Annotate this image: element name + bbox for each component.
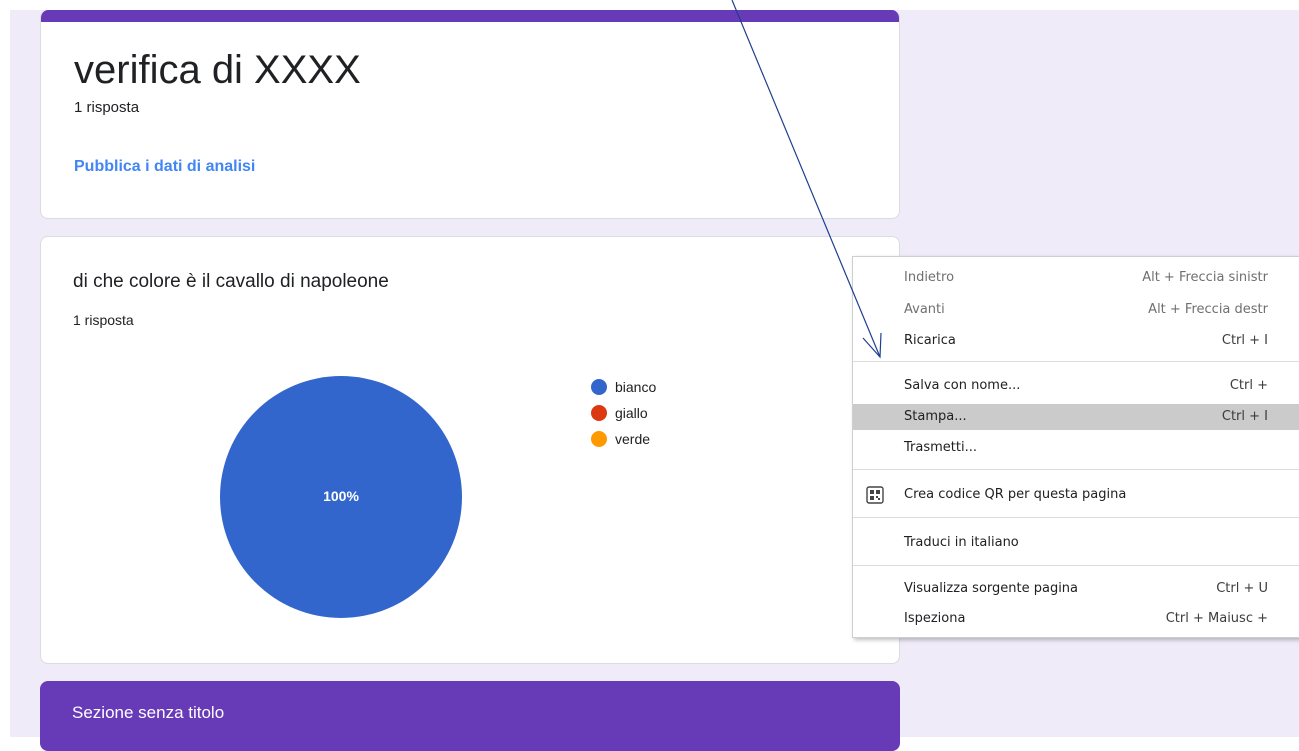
menu-item-reload[interactable]: Ricarica Ctrl + I xyxy=(853,328,1299,354)
legend-item: bianco xyxy=(591,374,656,400)
legend-swatch-icon xyxy=(591,431,607,447)
context-menu: Indietro Alt + Freccia sinistr Avanti Al… xyxy=(852,256,1299,638)
menu-item-shortcut: Ctrl + U xyxy=(1216,581,1268,596)
menu-item-save-as[interactable]: Salva con nome... Ctrl + xyxy=(853,373,1299,399)
menu-item-translate[interactable]: Traduci in italiano xyxy=(853,530,1299,556)
pie-chart: 100% xyxy=(220,376,462,618)
legend-swatch-icon xyxy=(591,405,607,421)
chart-legend: bianco giallo verde xyxy=(591,374,656,452)
menu-item-label: Traduci in italiano xyxy=(904,535,1019,550)
menu-item-create-qr[interactable]: Crea codice QR per questa pagina xyxy=(853,482,1299,508)
menu-item-label: Crea codice QR per questa pagina xyxy=(904,487,1127,502)
menu-item-shortcut: Alt + Freccia sinistr xyxy=(1142,270,1268,285)
menu-item-label: Ricarica xyxy=(904,333,956,348)
section-header: Sezione senza titolo xyxy=(40,681,900,751)
legend-item: giallo xyxy=(591,400,656,426)
response-count: 1 risposta xyxy=(74,99,140,116)
menu-item-inspect[interactable]: Ispeziona Ctrl + Maiusc + xyxy=(853,606,1299,632)
menu-item-shortcut: Ctrl + xyxy=(1229,378,1268,393)
menu-item-label: Salva con nome... xyxy=(904,378,1021,393)
form-title: verifica di XXXX xyxy=(74,48,361,92)
menu-separator xyxy=(853,361,1299,362)
menu-item-label: Visualizza sorgente pagina xyxy=(904,581,1079,596)
qr-code-icon xyxy=(866,486,884,504)
menu-separator xyxy=(853,469,1299,470)
menu-item-shortcut: Alt + Freccia destr xyxy=(1148,302,1268,317)
menu-item-label: Avanti xyxy=(904,302,945,317)
publish-analytics-link[interactable]: Pubblica i dati di analisi xyxy=(74,158,255,176)
legend-label: giallo xyxy=(615,405,648,421)
menu-item-shortcut: Ctrl + I xyxy=(1221,409,1268,424)
legend-item: verde xyxy=(591,426,656,452)
menu-separator xyxy=(853,517,1299,518)
legend-swatch-icon xyxy=(591,379,607,395)
menu-item-label: Ispeziona xyxy=(904,611,966,626)
legend-label: bianco xyxy=(615,379,657,395)
menu-item-label: Trasmetti... xyxy=(904,440,977,455)
menu-item-view-source[interactable]: Visualizza sorgente pagina Ctrl + U xyxy=(853,576,1299,602)
legend-label: verde xyxy=(615,431,651,447)
menu-item-cast[interactable]: Trasmetti... xyxy=(853,435,1299,461)
menu-item-forward[interactable]: Avanti Alt + Freccia destr xyxy=(853,297,1299,323)
question-summary-card: di che colore è il cavallo di napoleone … xyxy=(40,236,900,664)
menu-separator xyxy=(853,565,1299,566)
header-accent-bar xyxy=(41,10,899,22)
menu-item-shortcut: Ctrl + I xyxy=(1221,333,1268,348)
menu-item-label: Stampa... xyxy=(904,409,967,424)
pie-slice-data-label: 100% xyxy=(323,488,359,504)
menu-item-back[interactable]: Indietro Alt + Freccia sinistr xyxy=(853,265,1299,291)
menu-item-print[interactable]: Stampa... Ctrl + I xyxy=(853,404,1299,430)
section-title: Sezione senza titolo xyxy=(72,703,225,722)
menu-item-label: Indietro xyxy=(904,270,955,285)
form-header-card: verifica di XXXX 1 risposta Pubblica i d… xyxy=(40,10,900,219)
menu-item-shortcut: Ctrl + Maiusc + xyxy=(1165,611,1268,626)
